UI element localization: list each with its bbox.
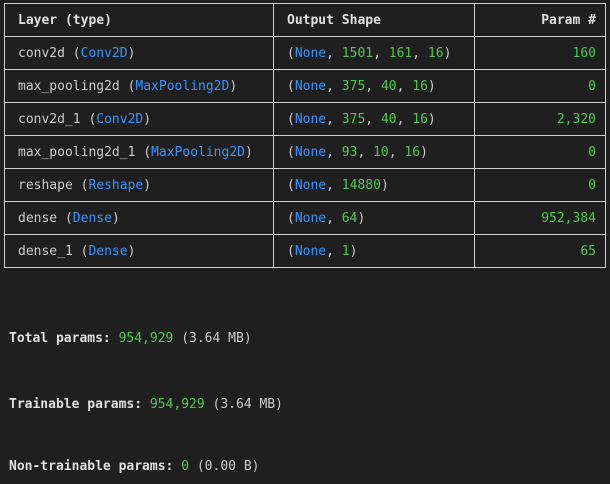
- table-row: dense (Dense) (None, 64) 952,384: [4, 201, 606, 235]
- shape-dim: 16: [427, 45, 444, 61]
- shape-dim: 93: [341, 144, 358, 160]
- non-trainable-params-label: Non-trainable params:: [9, 459, 174, 474]
- output-shape-cell: (None, 375, 40, 16): [273, 102, 475, 136]
- layer-name: reshape: [18, 177, 73, 193]
- shape-dim: 1: [341, 243, 350, 259]
- output-shape-cell: (None, 14880): [273, 168, 475, 202]
- table-row: max_pooling2d (MaxPooling2D) (None, 375, …: [4, 69, 606, 103]
- layer-type: Conv2D: [96, 111, 144, 127]
- param-count: 160: [474, 36, 606, 70]
- layer-type: MaxPooling2D: [135, 78, 230, 94]
- layer-cell: conv2d (Conv2D): [4, 36, 274, 70]
- shape-dim: 375: [341, 111, 366, 127]
- layer-type: Dense: [72, 210, 112, 226]
- shape-dim: 10: [373, 144, 389, 160]
- header-param-count: Param #: [474, 3, 606, 37]
- layer-cell: dense (Dense): [4, 201, 274, 235]
- layer-name: conv2d_1: [18, 111, 81, 127]
- shape-dim: 40: [380, 78, 397, 94]
- layer-type: Reshape: [88, 177, 144, 193]
- trainable-params: Trainable params: 954,929 (3.64 MB): [9, 397, 283, 412]
- output-shape-cell: (None, 1501, 161, 16): [273, 36, 475, 70]
- shape-none: None: [294, 177, 327, 193]
- layer-type: Dense: [88, 243, 128, 259]
- layer-cell: max_pooling2d_1 (MaxPooling2D): [4, 135, 274, 169]
- param-count: 2,320: [474, 102, 606, 136]
- layer-name: max_pooling2d_1: [18, 144, 136, 160]
- param-count: 952,384: [474, 201, 606, 235]
- param-count: 0: [474, 168, 606, 202]
- shape-none: None: [294, 111, 327, 127]
- table-row: conv2d_1 (Conv2D) (None, 375, 40, 16) 2,32…: [4, 102, 606, 136]
- table-row: conv2d (Conv2D) (None, 1501, 161, 16) 160: [4, 36, 606, 70]
- shape-dim: 16: [412, 78, 428, 94]
- shape-dim: 14880: [341, 177, 381, 193]
- layer-name: dense_1: [18, 243, 73, 259]
- non-trainable-params-size: (0.00 B): [196, 459, 260, 474]
- shape-dim: 16: [404, 144, 421, 160]
- shape-none: None: [294, 210, 327, 226]
- header-row: Layer (type) Output Shape Param #: [4, 3, 606, 37]
- shape-dim: 1501: [341, 45, 374, 61]
- param-count: 0: [474, 135, 606, 169]
- layer-name: dense: [18, 210, 58, 226]
- shape-none: None: [294, 144, 327, 160]
- table-row: dense_1 (Dense) (None, 1) 65: [4, 234, 606, 268]
- layer-type: MaxPooling2D: [151, 144, 245, 160]
- model-summary-table: Layer (type) Output Shape Param # conv2d…: [4, 3, 606, 268]
- total-params-value: 954,929: [118, 331, 174, 346]
- shape-none: None: [294, 78, 327, 94]
- param-count: 65: [474, 234, 606, 268]
- layer-cell: reshape (Reshape): [4, 168, 274, 202]
- shape-dim: 161: [388, 45, 413, 61]
- total-params-size: (3.64 MB): [181, 331, 252, 346]
- layer-name: conv2d: [18, 45, 65, 61]
- shape-dim: 16: [412, 111, 428, 127]
- layer-cell: max_pooling2d (MaxPooling2D): [4, 69, 274, 103]
- trainable-params-size: (3.64 MB): [212, 397, 283, 412]
- output-shape-cell: (None, 93, 10, 16): [273, 135, 475, 169]
- shape-none: None: [294, 45, 327, 61]
- layer-cell: conv2d_1 (Conv2D): [4, 102, 274, 136]
- layer-cell: dense_1 (Dense): [4, 234, 274, 268]
- total-params: Total params: 954,929 (3.64 MB): [9, 331, 252, 346]
- output-shape-cell: (None, 375, 40, 16): [273, 69, 475, 103]
- output-shape-cell: (None, 64): [273, 201, 475, 235]
- param-count: 0: [474, 69, 606, 103]
- header-output-shape: Output Shape: [273, 3, 475, 37]
- layer-type: Conv2D: [80, 45, 128, 61]
- shape-dim: 40: [380, 111, 397, 127]
- table-row: reshape (Reshape) (None, 14880) 0: [4, 168, 606, 202]
- trainable-params-value: 954,929: [149, 397, 205, 412]
- output-shape-cell: (None, 1): [273, 234, 475, 268]
- shape-dim: 64: [341, 210, 358, 226]
- header-layer: Layer (type): [4, 3, 274, 37]
- non-trainable-params: Non-trainable params: 0 (0.00 B): [9, 459, 259, 474]
- total-params-label: Total params:: [9, 331, 111, 346]
- shape-dim: 375: [341, 78, 366, 94]
- shape-none: None: [294, 243, 327, 259]
- non-trainable-params-value: 0: [181, 459, 190, 474]
- table-row: max_pooling2d_1 (MaxPooling2D) (None, 93,…: [4, 135, 606, 169]
- layer-name: max_pooling2d: [18, 78, 120, 94]
- trainable-params-label: Trainable params:: [9, 397, 143, 412]
